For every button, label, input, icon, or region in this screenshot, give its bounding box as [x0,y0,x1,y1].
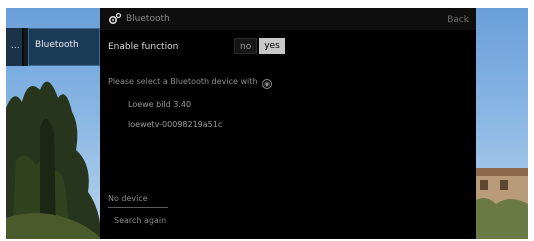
toggle-option-yes[interactable]: yes [259,38,285,54]
divider [108,207,168,208]
panel-title: Bluetooth [126,14,170,24]
ok-button-icon: ◉ [261,79,272,89]
device-item[interactable]: Loewe bild 3.40 [128,100,191,109]
gear-icon [108,12,122,25]
device-status: No device [108,194,148,203]
menu-item-bluetooth-label: Bluetooth [35,40,79,50]
bluetooth-panel: Bluetooth Back Enable function no yes Pl… [100,8,476,239]
title-bar: Bluetooth Back [100,8,476,30]
more-label: ... [11,41,20,51]
menu-item-more[interactable]: ... [6,28,24,66]
instruction-text: Please select a Bluetooth device with ◉ [108,77,272,89]
device-item[interactable]: loewetv-00098219a51c [128,120,222,129]
back-button[interactable]: Back [447,15,469,25]
instruction-label: Please select a Bluetooth device with [108,77,258,86]
enable-function-label: Enable function [108,42,179,52]
search-again-button[interactable]: Search again [114,216,166,225]
toggle-option-no[interactable]: no [234,38,258,54]
menu-item-bluetooth[interactable]: Bluetooth [28,28,100,66]
enable-function-toggle[interactable]: no yes [234,38,285,54]
background-scenery-right [470,168,528,239]
background-trees-left [6,81,102,239]
tv-screen: ... Bluetooth Bluetooth Back Enable func… [6,8,528,239]
